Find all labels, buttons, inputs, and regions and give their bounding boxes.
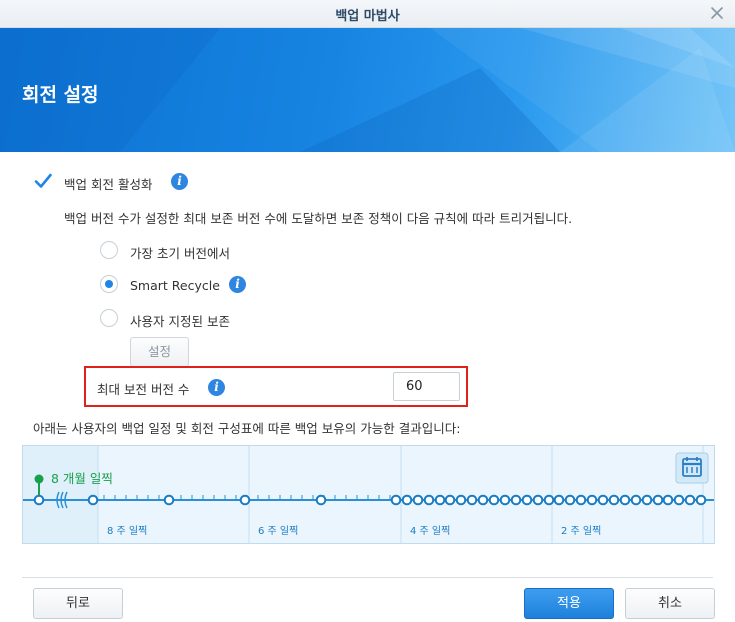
footer-divider	[22, 577, 713, 578]
max-versions-label: 최대 보전 버전 수	[97, 382, 190, 397]
week-label: 6 주 일찍	[258, 525, 298, 537]
banner-decoration	[0, 28, 735, 152]
backup-point	[87, 494, 99, 506]
backup-point	[466, 494, 478, 506]
radio-smart-recycle[interactable]	[100, 275, 118, 293]
backup-point	[608, 494, 620, 506]
backup-point	[477, 494, 489, 506]
backup-point	[444, 494, 456, 506]
backup-point	[695, 494, 707, 506]
backup-point	[652, 494, 664, 506]
cancel-button[interactable]: 취소	[625, 588, 715, 619]
backup-point	[33, 494, 45, 506]
backup-point	[401, 494, 413, 506]
backup-point	[553, 494, 565, 506]
backup-point	[488, 494, 500, 506]
backup-point	[239, 494, 251, 506]
radio-custom-retention-label: 사용자 지정된 보존	[130, 314, 230, 329]
backup-point	[564, 494, 576, 506]
timeline-start-label: 8 개월 일찍	[51, 471, 113, 486]
backup-point	[673, 494, 685, 506]
timeline-segment	[23, 446, 98, 543]
backup-point	[434, 494, 446, 506]
timeline-graphic: 8 개월 일찍 8 주 일찍 6 주 일찍 4 주 일찍 2 주 일찍	[23, 446, 714, 543]
backup-point	[532, 494, 544, 506]
backup-point	[575, 494, 587, 506]
info-icon[interactable]: i	[229, 276, 246, 293]
backup-point	[390, 494, 402, 506]
rotation-description: 백업 버전 수가 설정한 최대 보존 버전 수에 도달하면 보존 정책이 다음 …	[64, 211, 573, 226]
backup-point	[315, 494, 327, 506]
calendar-icon[interactable]	[675, 452, 709, 484]
backup-point	[521, 494, 533, 506]
start-marker	[34, 474, 44, 484]
backup-point	[412, 494, 424, 506]
retention-timeline: 8 개월 일찍 8 주 일찍 6 주 일찍 4 주 일찍 2 주 일찍	[22, 445, 715, 544]
timeline-caption: 아래는 사용자의 백업 일정 및 회전 구성표에 따른 백업 보유의 가능한 결…	[33, 421, 461, 436]
backup-point	[510, 494, 522, 506]
radio-smart-recycle-label: Smart Recycle	[130, 278, 220, 293]
backup-point	[586, 494, 598, 506]
backup-point	[630, 494, 642, 506]
backup-point	[423, 494, 435, 506]
backup-point	[455, 494, 467, 506]
backup-point	[641, 494, 653, 506]
week-label: 2 주 일찍	[561, 525, 601, 537]
enable-rotation-label: 백업 회전 활성화	[64, 177, 153, 192]
backup-point	[619, 494, 631, 506]
back-button[interactable]: 뒤로	[33, 588, 123, 619]
apply-button[interactable]: 적용	[524, 588, 614, 619]
backup-point	[662, 494, 674, 506]
settings-button[interactable]: 설정	[130, 337, 189, 367]
backup-point	[684, 494, 696, 506]
week-label: 4 주 일찍	[410, 525, 450, 537]
backup-point	[597, 494, 609, 506]
header-banner: 회전 설정	[0, 28, 735, 152]
radio-custom-retention[interactable]	[100, 309, 118, 327]
backup-point	[163, 494, 175, 506]
info-icon[interactable]: i	[171, 173, 188, 190]
backup-point	[543, 494, 555, 506]
enable-rotation-checkbox[interactable]	[34, 172, 52, 190]
backup-point	[499, 494, 511, 506]
radio-earliest-version-label: 가장 초기 버전에서	[130, 246, 230, 261]
page-title: 회전 설정	[22, 84, 99, 106]
window-title: 백업 마법사	[335, 9, 400, 24]
close-icon[interactable]	[707, 3, 727, 23]
radio-earliest-version[interactable]	[100, 241, 118, 259]
max-versions-input[interactable]	[393, 372, 460, 401]
window-titlebar: 백업 마법사	[0, 0, 735, 28]
week-label: 8 주 일찍	[107, 525, 147, 537]
info-icon[interactable]: i	[208, 379, 225, 396]
